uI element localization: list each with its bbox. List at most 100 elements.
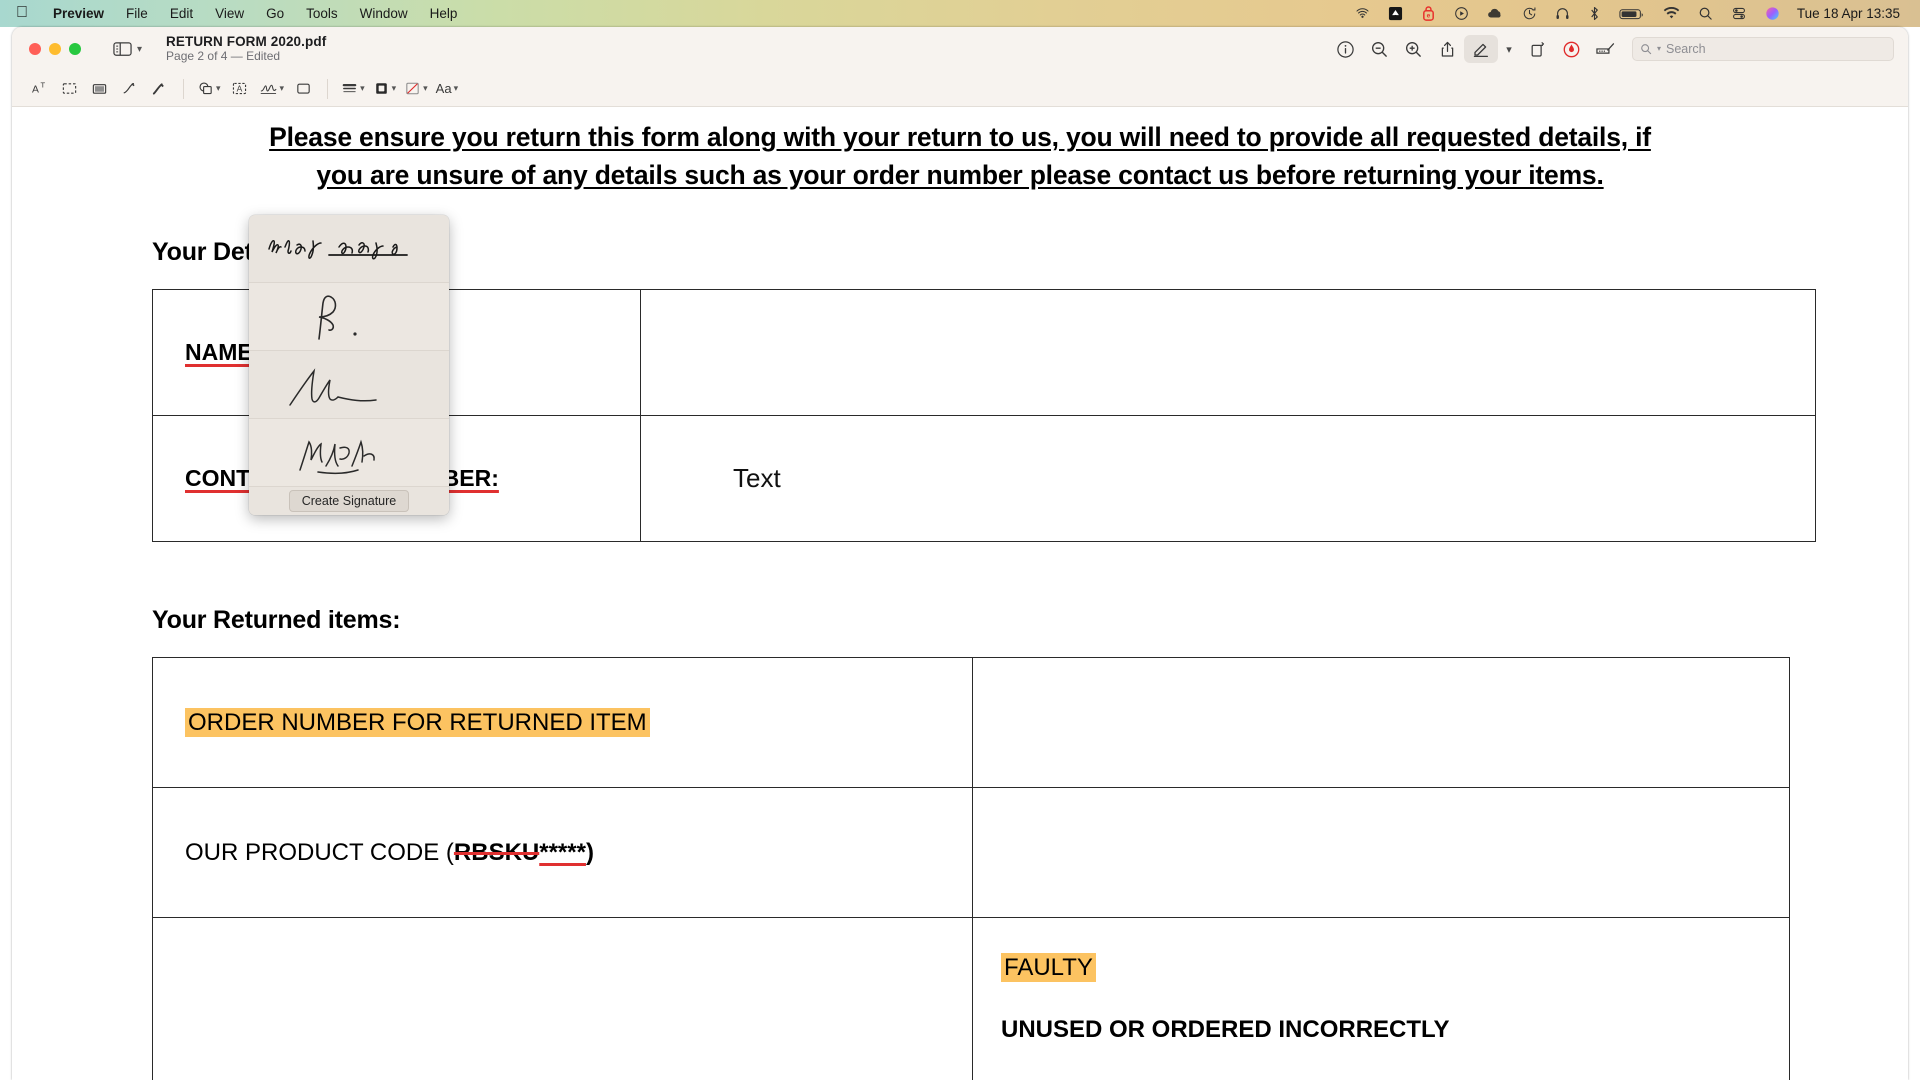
- search-placeholder: Search: [1666, 42, 1706, 56]
- menu-item-tools[interactable]: Tools: [295, 6, 349, 21]
- menu-item-view[interactable]: View: [204, 6, 255, 21]
- sidebar-toggle-button[interactable]: ▾: [113, 41, 142, 57]
- note-icon[interactable]: [288, 76, 318, 102]
- zoom-out-button[interactable]: [1362, 35, 1396, 63]
- table-row[interactable]: OUR PRODUCT CODE (RBSKU*****): [152, 787, 1790, 919]
- headphones-icon[interactable]: [1546, 0, 1579, 27]
- menu-item-window[interactable]: Window: [349, 6, 419, 21]
- signature-handwriting-2-icon: [318, 294, 357, 340]
- order-number-value-cell[interactable]: [972, 657, 1790, 789]
- product-code-prefix: OUR PRODUCT CODE (: [185, 838, 454, 866]
- airplay-icon[interactable]: [1346, 0, 1379, 27]
- details-value-phone[interactable]: Text: [657, 463, 781, 493]
- apple-logo-icon[interactable]: : [0, 4, 42, 21]
- sign-icon[interactable]: ▾: [255, 76, 289, 102]
- product-code-value-cell[interactable]: [972, 787, 1790, 919]
- order-number-label: ORDER NUMBER FOR RETURNED ITEM: [169, 707, 650, 737]
- spotlight-search-icon[interactable]: [1689, 0, 1722, 27]
- chevron-down-icon: ▾: [391, 83, 397, 93]
- border-color-icon[interactable]: ▾: [369, 76, 401, 102]
- annotate-button[interactable]: [1554, 35, 1588, 63]
- reason-value-cell[interactable]: FAULTY UNUSED OR ORDERED INCORRECTLY: [972, 917, 1790, 1080]
- chevron-down-icon: ▾: [423, 83, 428, 93]
- wifi-icon[interactable]: [1654, 0, 1689, 27]
- reason-label-cell[interactable]: [152, 917, 973, 1080]
- menu-item-go[interactable]: Go: [255, 6, 295, 21]
- toolbar-separator-2: [327, 78, 329, 99]
- heading-returned-items: Your Returned items:: [152, 606, 401, 635]
- markup-options-chevron[interactable]: ▾: [1498, 35, 1520, 63]
- playback-icon[interactable]: [1445, 0, 1478, 27]
- info-button[interactable]: [1328, 35, 1362, 63]
- intro-line-1: Please ensure you return this form along…: [269, 122, 1651, 152]
- rectangular-selection-icon[interactable]: [54, 76, 84, 102]
- instant-alpha-icon[interactable]: [84, 76, 114, 102]
- zoom-button[interactable]: [69, 43, 81, 55]
- signature-handwriting-3-icon: [289, 367, 377, 406]
- bluetooth-icon[interactable]: [1579, 0, 1610, 27]
- rotate-button[interactable]: [1520, 35, 1554, 63]
- search-icon: [1640, 43, 1652, 55]
- details-value-name-cell[interactable]: [640, 289, 1816, 417]
- reason-faulty-option[interactable]: FAULTY: [1001, 953, 1096, 983]
- document-title-block: RETURN FORM 2020.pdf Page 2 of 4 — Edite…: [166, 34, 326, 64]
- document-subtitle: Page 2 of 4 — Edited: [166, 49, 281, 64]
- close-button[interactable]: [29, 43, 41, 55]
- intro-line-2: you are unsure of any details such as yo…: [316, 159, 1604, 190]
- product-code-stars: *****: [539, 838, 586, 866]
- siri-icon[interactable]: [1756, 0, 1789, 27]
- minimize-button[interactable]: [49, 43, 61, 55]
- draw-icon[interactable]: [144, 76, 174, 102]
- window-title-bar: ▾ RETURN FORM 2020.pdf Page 2 of 4 — Edi…: [12, 27, 1908, 71]
- details-value-phone-cell[interactable]: Text: [640, 415, 1816, 543]
- cloud-icon[interactable]: [1478, 0, 1513, 27]
- markup-toolbar-button[interactable]: [1464, 35, 1498, 63]
- signature-option-2[interactable]: [249, 283, 449, 351]
- menu-bar-clock[interactable]: Tue 18 Apr 13:35: [1789, 6, 1910, 21]
- text-selection-icon[interactable]: A T: [24, 76, 54, 102]
- zoom-in-button[interactable]: [1396, 35, 1430, 63]
- text-style-icon[interactable]: Aa ▾: [432, 76, 462, 102]
- chevron-down-icon: ▾: [137, 43, 143, 55]
- form-fill-button[interactable]: [1588, 35, 1622, 63]
- product-code-label: OUR PRODUCT CODE (RBSKU*****): [169, 839, 594, 867]
- dropbox-icon[interactable]: [1379, 0, 1412, 27]
- menu-item-preview[interactable]: Preview: [42, 6, 115, 21]
- returned-items-table: ORDER NUMBER FOR RETURNED ITEM OUR PRODU…: [152, 657, 1790, 1080]
- table-row[interactable]: FAULTY UNUSED OR ORDERED INCORRECTLY: [152, 917, 1790, 1080]
- signature-handwriting-1-icon: [268, 239, 408, 260]
- battery-icon[interactable]: [1610, 0, 1654, 27]
- share-button[interactable]: [1430, 35, 1464, 63]
- shape-style-icon[interactable]: ▾: [337, 76, 369, 102]
- product-code-label-cell[interactable]: OUR PRODUCT CODE (RBSKU*****): [152, 787, 973, 919]
- table-row[interactable]: ORDER NUMBER FOR RETURNED ITEM: [152, 657, 1790, 789]
- evernote-icon[interactable]: e: [1412, 0, 1445, 27]
- signature-option-4[interactable]: [249, 419, 449, 487]
- signature-option-1[interactable]: [249, 215, 449, 283]
- signature-popover[interactable]: Create Signature: [249, 215, 449, 515]
- sketch-icon[interactable]: [114, 76, 144, 102]
- intro-paragraph: Please ensure you return this form along…: [24, 107, 1896, 194]
- time-machine-icon[interactable]: [1513, 0, 1546, 27]
- signature-option-3[interactable]: [249, 351, 449, 419]
- menu-item-edit[interactable]: Edit: [159, 6, 204, 21]
- details-value-name: [657, 337, 733, 367]
- popover-arrow: [345, 215, 365, 216]
- shapes-icon[interactable]: ▾: [193, 76, 225, 102]
- signature-handwriting-4-icon: [299, 439, 375, 474]
- chevron-down-icon: ▾: [453, 83, 459, 93]
- order-number-label-cell[interactable]: ORDER NUMBER FOR RETURNED ITEM: [152, 657, 973, 789]
- menu-item-help[interactable]: Help: [419, 6, 469, 21]
- details-label-name: NAME:: [185, 339, 261, 366]
- text-box-icon[interactable]: A: [225, 76, 255, 102]
- control-center-icon[interactable]: [1722, 0, 1756, 27]
- create-signature-button[interactable]: Create Signature: [288, 489, 410, 513]
- search-field[interactable]: ▾ Search: [1632, 37, 1894, 61]
- order-number-highlighted-text: ORDER NUMBER FOR RETURNED ITEM: [185, 707, 650, 737]
- menu-item-file[interactable]: File: [115, 6, 159, 21]
- pdf-page-area[interactable]: Please ensure you return this form along…: [12, 107, 1908, 1080]
- menu-bar:  Preview File Edit View Go Tools Window…: [0, 0, 1920, 27]
- toolbar-separator: [183, 78, 184, 99]
- reason-unused-option[interactable]: UNUSED OR ORDERED INCORRECTLY: [1001, 1016, 1773, 1044]
- fill-color-icon[interactable]: ▾: [400, 76, 432, 102]
